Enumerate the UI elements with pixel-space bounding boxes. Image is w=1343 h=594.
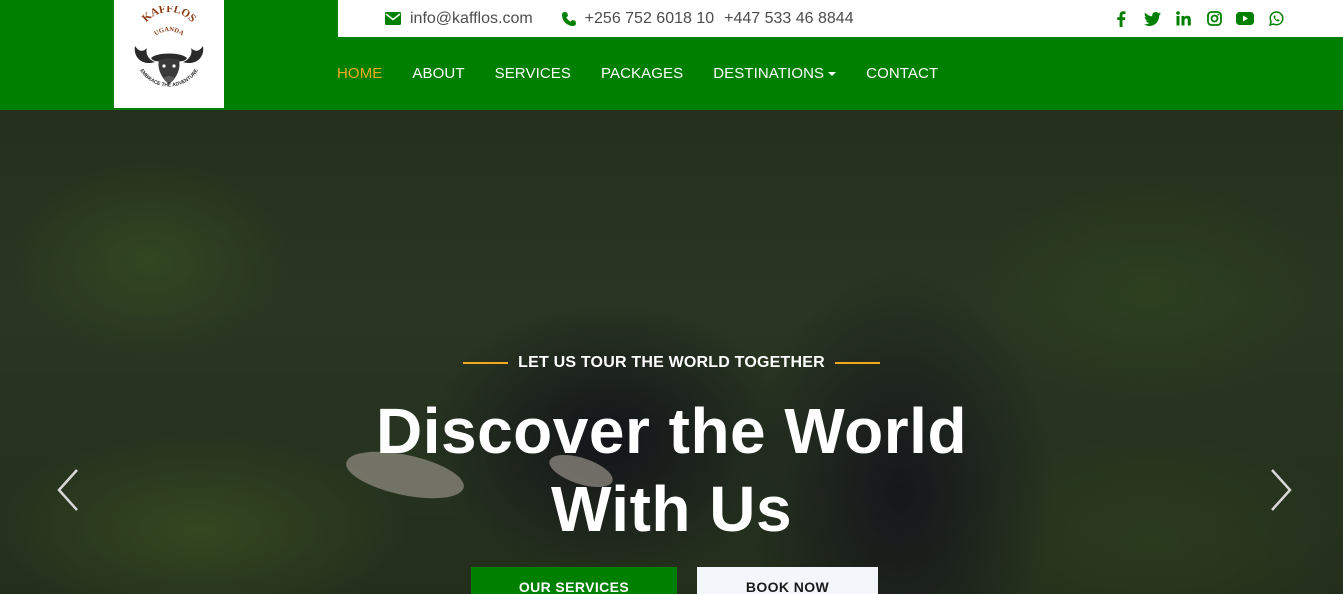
svg-text:UGANDA: UGANDA: [153, 26, 185, 37]
youtube-icon[interactable]: [1236, 10, 1254, 28]
hero-headline: Discover the World With Us: [0, 392, 1343, 548]
hero-headline-line1: Discover the World: [375, 395, 968, 467]
our-services-button[interactable]: OUR SERVICES: [471, 567, 677, 594]
social-links: [1112, 0, 1285, 37]
hero-tagline-row: LET US TOUR THE WORLD TOGETHER: [0, 354, 1343, 372]
email-link[interactable]: info@kafflos.com: [385, 10, 533, 28]
contact-topbar: info@kafflos.com +256 752 6018 10 +447 5…: [338, 0, 1343, 37]
carousel-prev-arrow-icon[interactable]: [55, 468, 81, 512]
hero-carousel: LET US TOUR THE WORLD TOGETHER Discover …: [0, 110, 1343, 594]
linkedin-icon[interactable]: [1174, 10, 1192, 28]
svg-text:KAFFLOS: KAFFLOS: [140, 6, 198, 25]
instagram-icon[interactable]: [1205, 10, 1223, 28]
phone-icon: [561, 11, 577, 27]
nav-item-destinations-label: DESTINATIONS: [713, 65, 825, 82]
carousel-next-arrow-icon[interactable]: [1268, 468, 1294, 512]
phone-number-1: +256 752 6018 10: [584, 9, 715, 27]
phone-number-2: +447 533 46 8844: [724, 9, 854, 27]
email-text: info@kafflos.com: [410, 9, 533, 27]
tagline-divider-right: [834, 362, 880, 364]
phone-link[interactable]: +256 752 6018 10 +447 533 46 8844: [561, 10, 854, 28]
nav-item-destinations[interactable]: DESTINATIONS: [713, 65, 837, 82]
whatsapp-icon[interactable]: [1267, 10, 1285, 28]
twitter-icon[interactable]: [1143, 10, 1161, 28]
facebook-icon[interactable]: [1112, 10, 1130, 28]
nav-menu: HOME ABOUT SERVICES PACKAGES DESTINATION…: [337, 37, 968, 110]
envelope-icon: [385, 12, 401, 25]
hero-content: LET US TOUR THE WORLD TOGETHER Discover …: [0, 110, 1343, 594]
nav-item-about[interactable]: ABOUT: [412, 65, 464, 82]
nav-item-packages[interactable]: PACKAGES: [601, 65, 683, 82]
book-now-button[interactable]: BOOK NOW: [697, 567, 878, 594]
site-logo[interactable]: KAFFLOS UGANDA EMBRACE THE ADVENTURE: [114, 0, 224, 108]
nav-item-services[interactable]: SERVICES: [495, 65, 571, 82]
logo-title: KAFFLOS: [140, 6, 198, 25]
caret-down-icon: [828, 71, 837, 76]
nav-item-contact[interactable]: CONTACT: [866, 65, 938, 82]
hero-tagline: LET US TOUR THE WORLD TOGETHER: [518, 354, 825, 371]
hero-headline-line2: With Us: [550, 473, 793, 545]
logo-subtitle: UGANDA: [153, 26, 185, 37]
nav-item-home[interactable]: HOME: [337, 65, 382, 82]
buffalo-logo-graphic: KAFFLOS UGANDA EMBRACE THE ADVENTURE: [134, 6, 204, 89]
tagline-divider-left: [463, 362, 509, 364]
